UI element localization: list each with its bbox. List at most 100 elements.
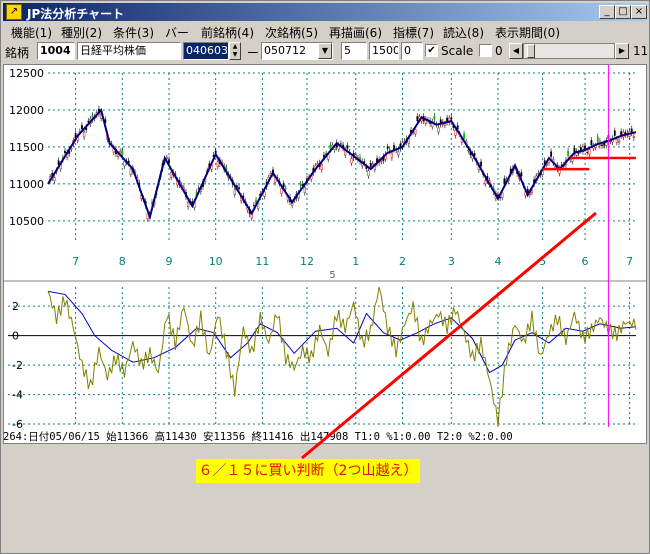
date-separator: ー (247, 46, 260, 60)
candle-body (238, 187, 240, 190)
candle-body (299, 184, 302, 187)
menu-type[interactable]: 種別(2) (61, 24, 102, 41)
candle-body (586, 152, 589, 154)
zero-checkbox[interactable] (479, 44, 492, 57)
menu-display-period[interactable]: 表示期間(0) (495, 24, 560, 41)
menu-bar: 機能(1) 種別(2) 条件(3) バー 前銘柄(4) 次銘柄(5) 再描画(6… (3, 22, 647, 40)
month-tick-label: 8 (119, 255, 126, 268)
param-field-3[interactable]: 0 (401, 42, 423, 60)
price-y-tick-label: 12000 (9, 104, 44, 117)
price-y-tick-label: 12500 (9, 67, 44, 80)
menu-load[interactable]: 読込(8) (443, 24, 484, 41)
month-tick-label: 5 (539, 255, 546, 268)
month-tick-label: 10 (209, 255, 223, 268)
candle-body (443, 123, 447, 126)
scroll-thumb[interactable] (527, 44, 535, 58)
menu-function[interactable]: 機能(1) (11, 24, 52, 41)
candle-body (414, 129, 417, 135)
annotation-box: ６／１５に買い判断（2つ山越え） (196, 459, 420, 483)
candle-body (371, 163, 374, 166)
menu-condition[interactable]: 条件(3) (113, 24, 154, 41)
menu-redraw[interactable]: 再描画(6) (329, 24, 382, 41)
candle-body (81, 125, 83, 130)
scroll-left-button[interactable]: ◀ (509, 43, 523, 59)
minimize-button[interactable]: _ (599, 5, 615, 19)
candle-body (550, 151, 552, 157)
month-tick-label: 2 (399, 255, 406, 268)
candle-body (463, 133, 465, 139)
candle-body (350, 158, 353, 164)
param-field-2[interactable]: 1500 (369, 42, 399, 60)
scroll-track[interactable] (523, 43, 615, 59)
candle-body (119, 150, 122, 154)
status-line: 264:日付05/06/15 始11366 高11430 安11356 終114… (3, 431, 513, 443)
candle-body (123, 161, 126, 167)
candle-body (53, 177, 56, 181)
candle-body (617, 140, 621, 143)
candle-body (584, 145, 586, 149)
stock-code-field[interactable]: 1004 (37, 42, 75, 60)
month-tick-label: 12 (300, 255, 314, 268)
month-tick-label: 9 (165, 255, 172, 268)
title-bar[interactable]: ↗ JP法分析チャート _ □ × (3, 3, 647, 21)
candle-body (480, 161, 482, 167)
candle-body (169, 171, 173, 178)
candle-body (346, 145, 349, 149)
candle-body (530, 190, 534, 193)
candle-body (253, 205, 255, 207)
app-chart-icon[interactable]: ↗ (6, 4, 22, 20)
candle-body (186, 202, 190, 208)
candle-body (216, 161, 219, 167)
price-y-tick-label: 11000 (9, 178, 44, 191)
param-field-1[interactable]: 5 (341, 42, 367, 60)
candle-body (284, 188, 287, 190)
candle-body (82, 131, 86, 138)
candle-body (129, 168, 132, 175)
right-value: 11 (633, 44, 649, 58)
price-y-tick-label: 11500 (9, 141, 44, 154)
candle-body (397, 151, 400, 156)
candle-body (632, 136, 636, 139)
maximize-button[interactable]: □ (615, 5, 631, 19)
candle-body (484, 180, 487, 184)
scale-checkbox[interactable]: ✔ (425, 44, 438, 57)
scroll-right-button[interactable]: ▶ (615, 43, 629, 59)
chart-panel[interactable]: 10500 11000 11500 12000 12500 7 8 9 10 11 12 1 2 3 4 5 6… (3, 64, 647, 444)
candle-body (340, 143, 342, 145)
candle-body (554, 166, 557, 169)
month-tick-label: 4 (495, 255, 502, 268)
chevron-down-icon[interactable]: ▼ (318, 43, 332, 59)
candle-body (454, 130, 457, 136)
candle-body (601, 144, 603, 146)
candle-body (121, 150, 124, 156)
zero-label: 0 (495, 44, 503, 58)
zigzag-trend-line (47, 107, 637, 221)
candle-body (615, 138, 619, 143)
oscillator-y-tick-label: -4 (12, 389, 23, 402)
date-from-spinner[interactable]: ▲ ▼ (229, 42, 241, 60)
oscillator-y-tick-label: -2 (12, 359, 23, 372)
candle-body (450, 117, 453, 120)
stock-label: 銘柄 (5, 46, 30, 60)
stock-name-field[interactable]: 日経平均株価 (77, 42, 181, 60)
month-tick-label: 11 (255, 255, 269, 268)
year-label: 5 (329, 270, 335, 281)
menu-next-stock[interactable]: 次銘柄(5) (265, 24, 318, 41)
menu-bar-item[interactable]: バー (165, 24, 189, 41)
candle-body (437, 127, 440, 133)
menu-indicator[interactable]: 指標(7) (393, 24, 434, 41)
candle-body (64, 150, 66, 154)
date-from-field[interactable]: 040603 (183, 42, 229, 60)
candle-body (520, 172, 523, 177)
candle-body (386, 146, 389, 149)
menu-prev-stock[interactable]: 前銘柄(4) (201, 24, 254, 41)
close-button[interactable]: × (631, 5, 647, 19)
price-y-tick-label: 10500 (9, 215, 44, 228)
chart-svg: 10500110001150012000125007 8 9 10 11 12 1 2 3 4 5 6… (4, 65, 646, 431)
candle-body (596, 136, 599, 142)
app-window: ↗ JP法分析チャート _ □ × 機能(1) 種別(2) 条件(3) バー 前… (0, 0, 650, 554)
month-tick-label: 3 (448, 255, 455, 268)
toolbar: 銘柄 1004 日経平均株価 040603 ▲ ▼ ー 050712 ▼ 5 15… (3, 40, 649, 62)
candle-body (280, 188, 283, 194)
oscillator-raw-line (47, 286, 637, 428)
